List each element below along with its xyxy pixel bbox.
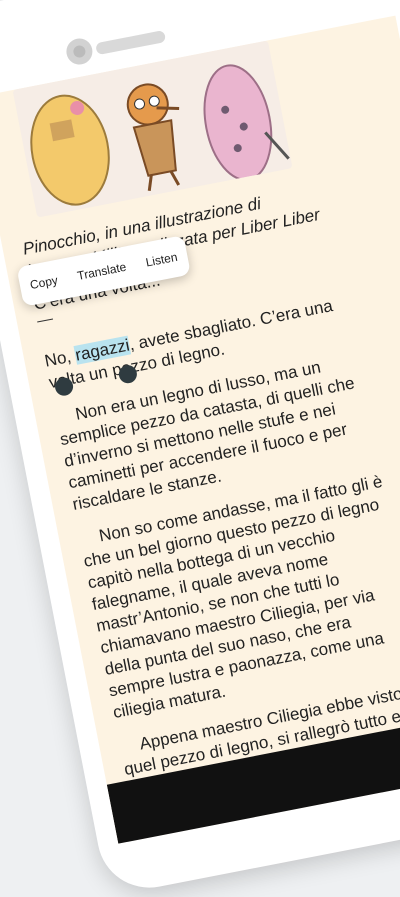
translate-button[interactable]: Translate <box>69 255 134 288</box>
front-camera-icon <box>64 36 95 67</box>
illustration-drawing <box>12 40 293 218</box>
speaker-grille <box>95 30 167 56</box>
book-illustration <box>12 40 293 218</box>
copy-button[interactable]: Copy <box>22 268 65 297</box>
phone-frame: Pinocchio, in una illustrazione di Loren… <box>0 0 400 897</box>
dash-divider <box>37 318 54 323</box>
reader-screen[interactable]: Pinocchio, in una illustrazione di Loren… <box>0 15 400 844</box>
paragraph-3[interactable]: Non so come andasse, ma il fatto gli è c… <box>78 471 400 725</box>
listen-button[interactable]: Listen <box>138 245 185 275</box>
